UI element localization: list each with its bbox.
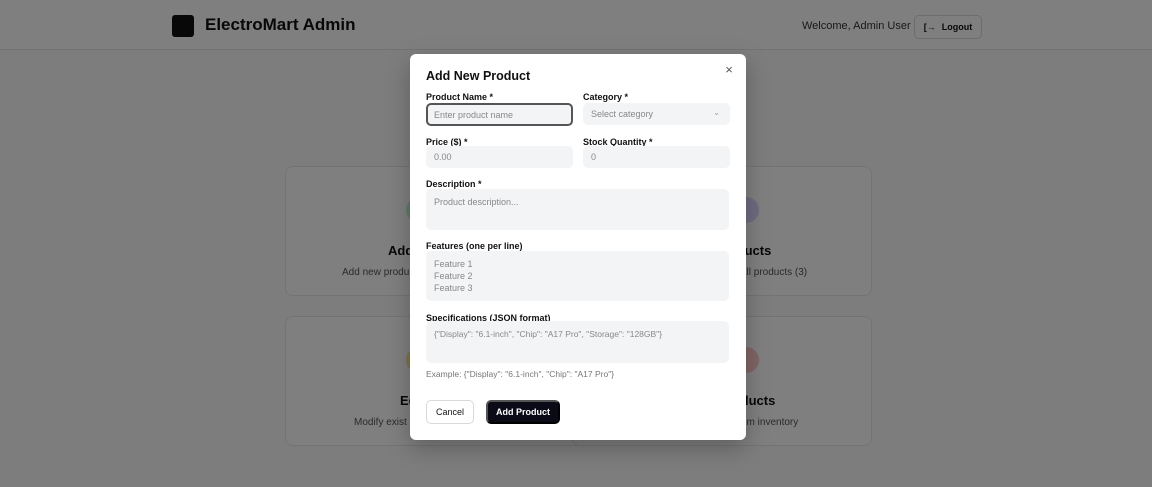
features-line: Feature 3 [434, 283, 473, 293]
features-label: Features (one per line) [426, 241, 523, 251]
category-select[interactable]: Select category ⌄ [583, 103, 730, 125]
description-label: Description * [426, 179, 482, 189]
add-product-button[interactable]: Add Product [486, 400, 560, 424]
features-line: Feature 2 [434, 271, 473, 281]
cancel-button[interactable]: Cancel [426, 400, 474, 424]
close-icon[interactable]: × [722, 63, 736, 77]
category-label: Category * [583, 92, 629, 102]
chevron-down-icon: ⌄ [713, 108, 720, 117]
specifications-hint: Example: {"Display": "6.1-inch", "Chip":… [426, 369, 615, 379]
product-name-input[interactable]: Enter product name [426, 103, 573, 126]
modal-title: Add New Product [426, 69, 531, 83]
price-input[interactable]: 0.00 [426, 146, 573, 168]
specifications-textarea[interactable]: {"Display": "6.1-inch", "Chip": "A17 Pro… [426, 321, 729, 363]
features-line: Feature 1 [434, 259, 473, 269]
category-select-value: Select category [591, 109, 654, 119]
add-product-modal: Add New Product × Product Name * Enter p… [410, 54, 746, 440]
stock-quantity-input[interactable]: 0 [583, 146, 730, 168]
description-textarea[interactable]: Product description... [426, 189, 729, 230]
product-name-label: Product Name * [426, 92, 494, 102]
features-textarea[interactable]: Feature 1 Feature 2 Feature 3 [426, 251, 729, 301]
